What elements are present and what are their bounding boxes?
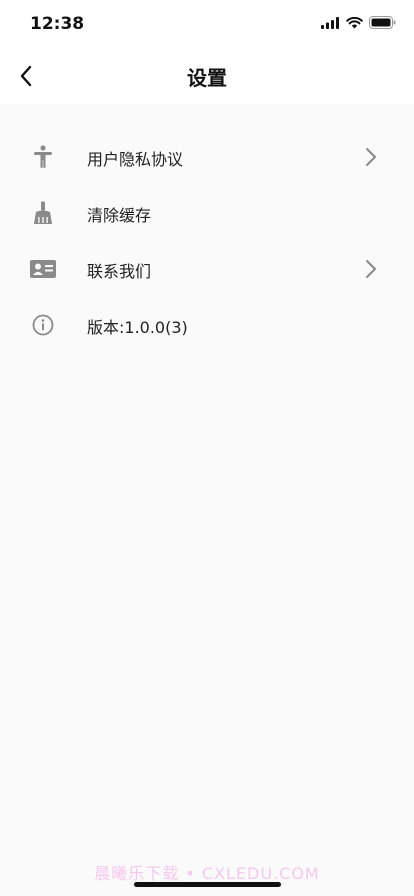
- watermark: 晨曦乐下载 • CXLEDU.COM: [94, 864, 320, 883]
- status-icons: [321, 16, 396, 29]
- settings-item-version: 版本:1.0.0(3): [0, 297, 414, 353]
- wifi-icon: [346, 16, 363, 28]
- contact-card-icon: [29, 257, 57, 281]
- settings-item-clear-cache[interactable]: 清除缓存: [0, 185, 414, 241]
- accessibility-icon: [31, 145, 55, 169]
- chevron-right-icon: [364, 146, 378, 168]
- broom-icon: [31, 201, 55, 225]
- home-indicator: [134, 882, 281, 887]
- battery-icon: [369, 16, 396, 29]
- settings-item-privacy-policy[interactable]: 用户隐私协议: [0, 129, 414, 185]
- settings-item-label: 清除缓存: [87, 206, 152, 225]
- chevron-right-icon: [364, 258, 378, 280]
- version-label: 版本:1.0.0(3): [87, 318, 188, 337]
- status-bar: 12:38: [0, 0, 414, 48]
- page-title: 设置: [187, 66, 227, 90]
- settings-item-label: 联系我们: [87, 262, 152, 281]
- settings-item-contact-us[interactable]: 联系我们: [0, 241, 414, 297]
- cellular-signal-icon: [321, 16, 339, 29]
- info-icon: [31, 313, 55, 337]
- settings-list: 用户隐私协议 清除缓存 联系我们 版本:1.0.0(3): [0, 129, 414, 353]
- nav-bar: 设置: [0, 48, 414, 104]
- settings-item-label: 用户隐私协议: [87, 150, 184, 169]
- status-time: 12:38: [30, 14, 85, 34]
- settings-content: 用户隐私协议 清除缓存 联系我们 版本:1.0.0(3) 晨曦乐下载 • CXL…: [0, 104, 414, 896]
